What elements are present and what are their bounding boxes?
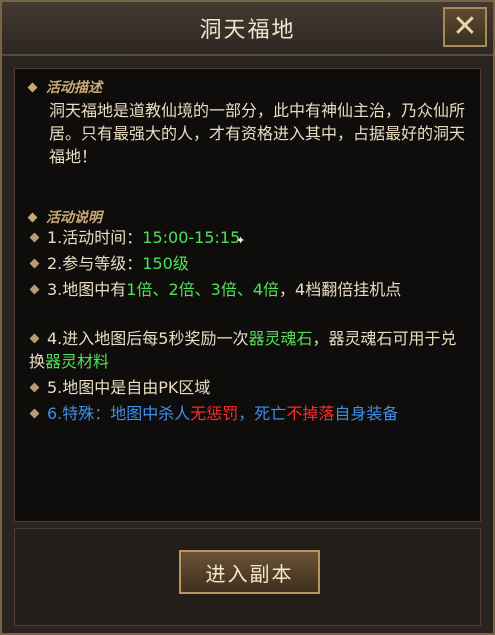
bullet-icon (29, 333, 40, 344)
bullet-icon (29, 284, 40, 295)
close-button[interactable]: ✕ (443, 7, 487, 47)
close-icon: ✕ (452, 9, 478, 44)
diamond-icon (27, 82, 38, 92)
description-text: 洞天福地是道教仙境的一部分，此中有神仙主治，乃众仙所居。只有最强大的人，才有资格… (49, 101, 466, 166)
dialog-title: 洞天福地 (199, 18, 296, 43)
enter-instance-button[interactable]: 进入副本 (179, 550, 320, 594)
bullet-icon (29, 232, 40, 243)
rule-item-special: 6.特殊：地图中杀人无惩罚，死亡不掉落自身装备 (29, 402, 469, 425)
bullet-icon (29, 382, 40, 393)
rule-item-level: 2.参与等级：150级 (29, 252, 469, 275)
diamond-icon (27, 212, 38, 222)
bullet-icon (29, 408, 40, 419)
rule-item-time: 1.活动时间：15:00-15:15 (29, 226, 469, 249)
title-bar: 洞天福地 ✕ (2, 2, 493, 56)
rule-item-pk: 5.地图中是自由PK区域 (29, 376, 469, 399)
rule-item-reward: 4.进入地图后每5秒奖励一次器灵魂石，器灵魂石可用于兑换器灵材料 (29, 329, 457, 371)
sparkle-icon: ✦ (236, 234, 246, 247)
rule-item-multiplier: 3.地图中有1倍、2倍、3倍、4倍，4档翻倍挂机点 (29, 278, 469, 301)
bullet-icon (29, 258, 40, 269)
event-dialog: 洞天福地 ✕ 活动描述 洞天福地是道教仙境的一部分，此中有神仙主治，乃众仙所居。… (0, 0, 495, 635)
description-header: 活动描述 (27, 77, 102, 97)
content-panel: 活动描述 洞天福地是道教仙境的一部分，此中有神仙主治，乃众仙所居。只有最强大的人… (14, 68, 481, 522)
rules-header: 活动说明 (27, 207, 102, 227)
